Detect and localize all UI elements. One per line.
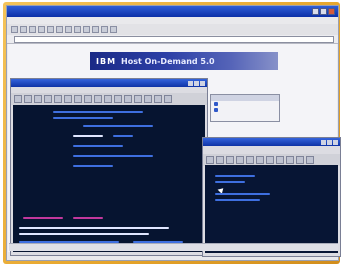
page-content: IBM Host On-Demand 5.0 <box>8 44 341 257</box>
toolbar-button[interactable] <box>296 156 304 164</box>
toolbar-button[interactable] <box>14 95 22 103</box>
toolbar-button[interactable] <box>256 156 264 164</box>
terminal-text-line <box>73 135 103 137</box>
toolbar-button[interactable] <box>38 26 45 33</box>
minimize-button[interactable] <box>188 80 193 86</box>
close-button[interactable] <box>328 8 335 15</box>
terminal-text-line <box>23 217 63 219</box>
terminal-screen[interactable] <box>205 165 338 253</box>
maximize-button[interactable] <box>327 139 332 145</box>
address-input[interactable] <box>14 35 334 43</box>
toolbar-button[interactable] <box>94 95 102 103</box>
close-button[interactable] <box>333 139 338 145</box>
toolbar-button[interactable] <box>84 95 92 103</box>
session-popup <box>210 94 280 122</box>
maximize-button[interactable] <box>194 80 199 86</box>
toolbar-button[interactable] <box>24 95 32 103</box>
terminal-text-line <box>113 135 133 137</box>
toolbar-button[interactable] <box>110 26 117 33</box>
toolbar-button[interactable] <box>206 156 214 164</box>
product-banner: IBM Host On-Demand 5.0 <box>90 52 278 70</box>
toolbar-button[interactable] <box>34 95 42 103</box>
terminal-text-line <box>53 117 113 119</box>
toolbar-button[interactable] <box>154 95 162 103</box>
terminal-text-line <box>215 175 255 177</box>
terminal-text-line <box>215 181 245 183</box>
terminal-text-line <box>83 125 153 127</box>
toolbar-button[interactable] <box>11 26 18 33</box>
toolbar-button[interactable] <box>64 95 72 103</box>
terminal-window-titlebar[interactable] <box>11 79 207 87</box>
ibm-logo: IBM <box>96 56 117 66</box>
toolbar-button[interactable] <box>216 156 224 164</box>
toolbar-button[interactable] <box>101 26 108 33</box>
terminal-window-secondary[interactable] <box>202 137 341 257</box>
toolbar-button[interactable] <box>124 95 132 103</box>
terminal-text-line <box>19 227 169 229</box>
terminal-text-line <box>19 233 149 235</box>
terminal-text-line <box>73 165 113 167</box>
toolbar-button[interactable] <box>83 26 90 33</box>
terminal-text-line <box>73 155 153 157</box>
toolbar-button[interactable] <box>286 156 294 164</box>
toolbar-button[interactable] <box>54 95 62 103</box>
browser-toolbar <box>7 24 338 35</box>
toolbar-button[interactable] <box>144 95 152 103</box>
toolbar-button[interactable] <box>134 95 142 103</box>
terminal-window-main[interactable] <box>10 78 208 256</box>
toolbar-button[interactable] <box>74 95 82 103</box>
terminal-text-line <box>215 193 270 195</box>
maximize-button[interactable] <box>320 8 327 15</box>
terminal-text-line <box>73 145 123 147</box>
terminal-window-titlebar[interactable] <box>203 138 340 146</box>
minimize-button[interactable] <box>312 8 319 15</box>
address-bar <box>7 35 338 44</box>
toolbar-button[interactable] <box>29 26 36 33</box>
terminal-toolbar <box>11 93 207 105</box>
toolbar-button[interactable] <box>236 156 244 164</box>
toolbar-button[interactable] <box>246 156 254 164</box>
close-button[interactable] <box>200 80 205 86</box>
popup-item[interactable] <box>211 107 279 113</box>
toolbar-button[interactable] <box>276 156 284 164</box>
toolbar-button[interactable] <box>306 156 314 164</box>
toolbar-button[interactable] <box>56 26 63 33</box>
minimize-button[interactable] <box>321 139 326 145</box>
toolbar-button[interactable] <box>20 26 27 33</box>
toolbar-button[interactable] <box>104 95 112 103</box>
browser-titlebar <box>7 6 338 17</box>
terminal-text-line <box>53 111 143 113</box>
browser-menubar <box>7 17 338 24</box>
terminal-text-line <box>73 217 103 219</box>
banner-title: Host On-Demand 5.0 <box>121 56 215 66</box>
toolbar-button[interactable] <box>226 156 234 164</box>
toolbar-button[interactable] <box>266 156 274 164</box>
toolbar-button[interactable] <box>114 95 122 103</box>
terminal-text-line <box>215 199 260 201</box>
toolbar-button[interactable] <box>47 26 54 33</box>
toolbar-button[interactable] <box>74 26 81 33</box>
toolbar-button[interactable] <box>65 26 72 33</box>
toolbar-button[interactable] <box>164 95 172 103</box>
toolbar-button[interactable] <box>44 95 52 103</box>
browser-window: IBM Host On-Demand 5.0 <box>6 5 341 261</box>
session-icon <box>214 108 218 112</box>
toolbar-button[interactable] <box>92 26 99 33</box>
terminal-screen[interactable] <box>13 105 205 252</box>
session-icon <box>214 102 218 106</box>
browser-statusbar <box>9 243 338 251</box>
